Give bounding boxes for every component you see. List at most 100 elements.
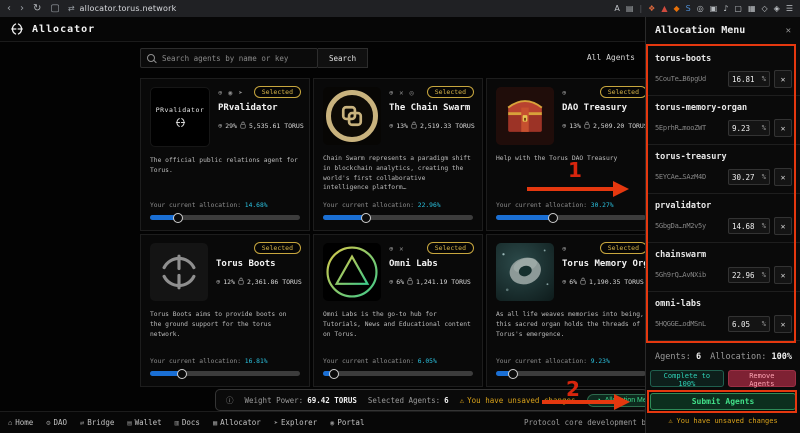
agents-count-label: Agents: (655, 352, 691, 362)
shield-extension-icon[interactable]: ❖ (648, 0, 655, 17)
agent-card-prvalidator[interactable]: PRvalidator⊕◉➤PRvalidator⊕29%5,535.61 TO… (140, 78, 310, 231)
globe-icon[interactable]: ⊕ (389, 245, 393, 254)
remove-agents-button[interactable]: Remove Agents (728, 370, 796, 387)
entry-percent-input[interactable]: 22.96% (728, 267, 770, 283)
slider-handle[interactable] (548, 213, 558, 223)
entry-percent-input[interactable]: 14.68% (728, 218, 770, 234)
slider-handle[interactable] (361, 213, 371, 223)
allocation-value: 6.05% (418, 358, 437, 365)
diamond-icon[interactable]: ◇ (762, 0, 768, 17)
selected-badge: Selected (427, 86, 474, 98)
allocation-slider[interactable] (496, 371, 646, 376)
entry-remove-button[interactable]: ✕ (774, 119, 792, 137)
discord-icon[interactable]: ◉ (228, 89, 232, 98)
lock-icon (407, 277, 413, 287)
footer-item-bridge[interactable]: ⇄Bridge (80, 418, 114, 427)
search-icon (147, 54, 155, 62)
footer-item-home[interactable]: ⌂Home (8, 418, 33, 427)
forward-icon[interactable]: › (20, 0, 24, 17)
x-icon[interactable]: ✕ (399, 89, 403, 98)
x-icon[interactable]: ✕ (399, 245, 403, 254)
network-percent: 6% (396, 278, 404, 286)
send-icon[interactable]: ➤ (238, 89, 242, 98)
allocation-slider[interactable] (323, 371, 473, 376)
reader-mode-icon[interactable]: ▤ (626, 0, 634, 17)
footer-item-wallet[interactable]: ▤Wallet (127, 418, 161, 427)
entry-remove-button[interactable]: ✕ (774, 168, 792, 186)
slider-handle[interactable] (173, 213, 183, 223)
circle-extension-icon[interactable]: ◎ (697, 0, 704, 17)
entry-percent-input[interactable]: 9.23% (728, 120, 770, 136)
globe-icon[interactable]: ⊕ (562, 89, 566, 98)
selected-agents-label: Selected Agents: (368, 396, 440, 405)
search-input[interactable] (160, 53, 311, 64)
entry-remove-button[interactable]: ✕ (774, 70, 792, 88)
agent-card-torus-memory-organ[interactable]: ⊕Torus Memory Organ⊕6%1,190.35 TORUSSele… (486, 234, 656, 387)
back-icon[interactable]: ‹ (7, 0, 11, 17)
slider-fill (323, 215, 366, 220)
allocation-row: Your current allocation: 9.23% (496, 358, 610, 365)
github-icon[interactable]: ◎ (409, 89, 413, 98)
globe-icon: ⊕ (216, 278, 220, 286)
torus-glyph-icon (158, 251, 200, 293)
footer-item-allocator[interactable]: ▦Allocator (213, 418, 261, 427)
allocation-slider[interactable] (496, 215, 646, 220)
url-text[interactable]: allocator.torus.network (80, 4, 177, 13)
entry-percent-input[interactable]: 30.27% (728, 169, 770, 185)
warning-icon: ⚠ (668, 417, 672, 425)
footer-item-explorer[interactable]: ➤Explorer (274, 418, 317, 427)
frame-extension-icon[interactable]: ▣ (710, 0, 718, 17)
sidebar-icon[interactable]: ▢ (734, 0, 742, 17)
allocation-entry-prvalidator: prvalidator5GbgDa…nM2v5y14.68%✕ (646, 194, 800, 243)
close-icon[interactable]: ✕ (786, 26, 791, 36)
reload-icon[interactable]: ↻ (33, 0, 41, 17)
entry-agent-name: omni-labs (655, 299, 792, 309)
globe-icon[interactable]: ⊕ (218, 89, 222, 98)
footer-item-docs[interactable]: ▥Docs (175, 418, 200, 427)
agent-card-chainswarm[interactable]: ⊕✕◎The Chain Swarm⊕13%2,519.33 TORUSSele… (313, 78, 483, 231)
allocation-row: Your current allocation: 14.68% (150, 202, 268, 209)
entry-agent-name: prvalidator (655, 201, 792, 211)
torus-glyph-icon (175, 117, 186, 128)
allocation-slider[interactable] (150, 215, 300, 220)
media-icon[interactable]: ♪ (723, 0, 728, 17)
translate-icon[interactable]: A (614, 0, 619, 17)
agent-card-dao-treasury[interactable]: ⊕DAO Treasury⊕13%2,509.20 TORUSSelectedH… (486, 78, 656, 231)
entry-remove-button[interactable]: ✕ (774, 217, 792, 235)
video-icon[interactable]: ▦ (748, 0, 756, 17)
globe-icon: ⊕ (389, 122, 393, 130)
fox-extension-icon[interactable]: ◆ (674, 0, 680, 17)
lock-icon (240, 121, 246, 131)
search-box[interactable] (140, 48, 318, 68)
lock-icon (580, 277, 586, 287)
agent-card-torus-boots[interactable]: Torus Boots⊕12%2,361.86 TORUSSelectedTor… (140, 234, 310, 387)
footer-item-dao[interactable]: ⚙DAO (46, 418, 67, 427)
menu-icon[interactable]: ☰ (786, 0, 793, 17)
allocation-slider[interactable] (150, 371, 300, 376)
password-extension-icon[interactable]: S (686, 0, 691, 17)
selected-badge: Selected (254, 86, 301, 98)
search-button[interactable]: Search (318, 48, 368, 68)
slider-handle[interactable] (508, 369, 518, 379)
complete-to-100-button[interactable]: Complete to 100% (650, 370, 724, 387)
lock-icon (584, 121, 590, 131)
submit-agents-button[interactable]: Submit Agents (650, 393, 796, 410)
entry-remove-button[interactable]: ✕ (774, 315, 792, 333)
address-bar[interactable]: ⇄ allocator.torus.network (68, 4, 177, 13)
bookmark-icon[interactable]: ▢ (50, 0, 59, 17)
sidebar-unsaved-text: You have unsaved changes (677, 417, 778, 425)
allocation-row: Your current allocation: 22.96% (323, 202, 441, 209)
globe-icon[interactable]: ⊕ (389, 89, 393, 98)
agent-card-omni-labs[interactable]: ⊕✕Omni Labs⊕6%1,241.19 TORUSSelectedOmni… (313, 234, 483, 387)
entry-percent-input[interactable]: 16.81% (728, 71, 770, 87)
entry-remove-button[interactable]: ✕ (774, 266, 792, 284)
entry-percent-input[interactable]: 6.05% (728, 316, 770, 332)
all-agents-filter[interactable]: All Agents (587, 53, 635, 62)
footer-item-portal[interactable]: ◉Portal (330, 418, 364, 427)
globe-icon[interactable]: ⊕ (562, 245, 566, 254)
location-icon[interactable]: ◈ (774, 0, 780, 17)
adblock-extension-icon[interactable]: ▲ (661, 0, 667, 17)
slider-handle[interactable] (177, 369, 187, 379)
slider-handle[interactable] (329, 369, 339, 379)
allocation-slider[interactable] (323, 215, 473, 220)
